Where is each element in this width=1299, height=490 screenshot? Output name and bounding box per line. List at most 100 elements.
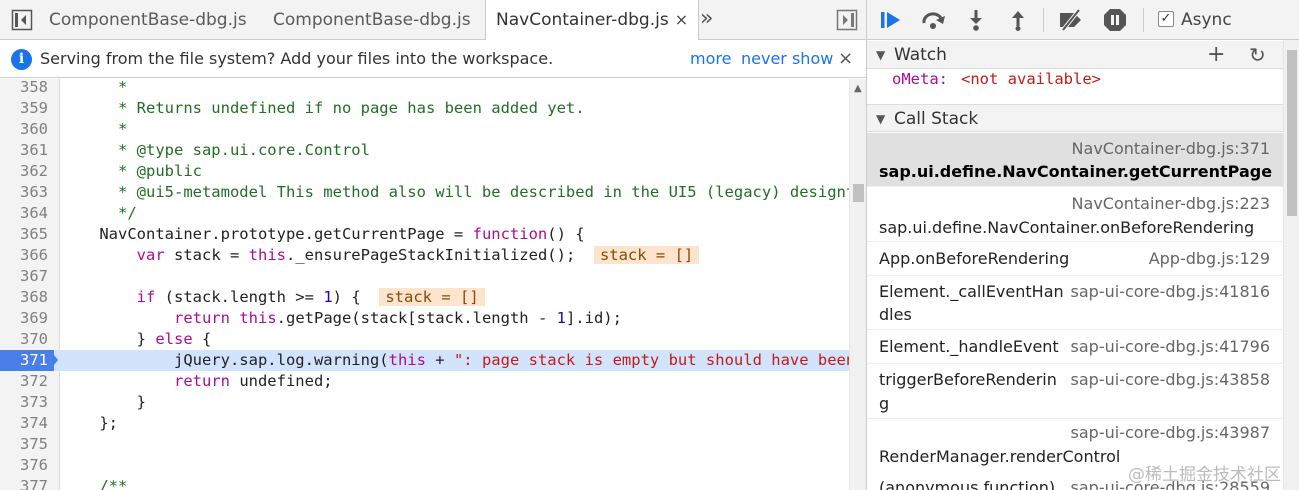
line-text: if (stack.length >= 1) { stack = [] <box>62 287 485 308</box>
line-number[interactable]: 361 <box>0 140 54 161</box>
close-infobar-icon[interactable]: × <box>838 40 853 78</box>
watch-section-header[interactable]: ▼ Watch + ↻ <box>867 41 1283 69</box>
code-line[interactable]: 377 /** <box>0 476 866 490</box>
expand-triangle-icon: ▼ <box>876 112 886 126</box>
more-tabs-icon[interactable]: » <box>700 0 713 40</box>
code-line[interactable]: 363 * @ui5-metamodel This method also wi… <box>0 182 866 203</box>
toggle-debugger-icon[interactable] <box>836 9 858 31</box>
line-number[interactable]: 369 <box>0 308 54 329</box>
tab-navcontainer[interactable]: NavContainer-dbg.js × <box>485 0 700 41</box>
async-checkbox[interactable]: ✓ <box>1158 11 1174 27</box>
line-number[interactable]: 359 <box>0 98 54 119</box>
step-into-icon[interactable] <box>964 8 988 32</box>
call-stack-title: Call Stack <box>894 109 979 129</box>
code-line[interactable]: 361 * @type sap.ui.core.Control <box>0 140 866 161</box>
scrollbar-thumb[interactable] <box>853 184 864 202</box>
call-frame[interactable]: App.onBeforeRendering App-dbg.js:129 <box>867 242 1283 276</box>
code-line[interactable]: 366 var stack = this._ensurePageStackIni… <box>0 245 866 266</box>
code-editor[interactable]: 358 * 359 * Returns undefined if no page … <box>0 79 866 490</box>
call-frame[interactable]: Element._handleEvent sap-ui-core-dbg.js:… <box>867 330 1283 364</box>
scrollbar-thumb[interactable] <box>1287 50 1297 216</box>
more-link[interactable]: more <box>690 40 731 78</box>
code-line[interactable]: 373 } <box>0 392 866 413</box>
watch-expression-name: oMeta: <box>892 70 948 88</box>
sidebar-scrollbar[interactable] <box>1283 40 1299 490</box>
line-number[interactable]: 358 <box>0 79 54 98</box>
add-watch-icon[interactable]: + <box>1207 41 1225 69</box>
editor-scrollbar[interactable]: ▲ <box>849 79 866 490</box>
workspace-infobar: i Serving from the file system? Add your… <box>0 40 866 78</box>
step-out-icon[interactable] <box>1006 8 1030 32</box>
deactivate-breakpoints-icon[interactable] <box>1057 8 1081 32</box>
line-number[interactable]: 375 <box>0 434 54 455</box>
code-line[interactable]: 358 * <box>0 79 866 98</box>
line-number[interactable]: 374 <box>0 413 54 434</box>
line-number[interactable]: 372 <box>0 371 54 392</box>
frame-function-line-1: triggerBeforeRenderin <box>879 370 1057 389</box>
code-text: + <box>425 351 454 369</box>
frame-function-line-2: dles <box>879 305 912 324</box>
refresh-watch-icon[interactable]: ↻ <box>1249 41 1266 69</box>
code-line[interactable]: 372 return undefined; <box>0 371 866 392</box>
code-line[interactable]: 365 NavContainer.prototype.getCurrentPag… <box>0 224 866 245</box>
code-line-current[interactable]: 371 jQuery.sap.log.warning(this + ": pag… <box>0 350 866 371</box>
scroll-up-icon[interactable]: ▲ <box>854 83 862 94</box>
editor-tab-bar: ComponentBase-dbg.js ComponentBase-dbg.j… <box>0 0 866 41</box>
call-frame[interactable]: NavContainer-dbg.js:223 sap.ui.define.Na… <box>867 187 1283 242</box>
line-number[interactable]: 368 <box>0 287 54 308</box>
code-line[interactable]: 369 return this.getPage(stack[stack.leng… <box>0 308 866 329</box>
code-line[interactable]: 359 * Returns undefined if no page has b… <box>0 98 866 119</box>
line-number[interactable]: 371 <box>0 350 54 371</box>
step-over-icon[interactable] <box>921 8 945 32</box>
line-number[interactable]: 365 <box>0 224 54 245</box>
code-line[interactable]: 375 <box>0 434 866 455</box>
close-tab-icon[interactable]: × <box>675 0 688 40</box>
code-line[interactable]: 376 <box>0 455 866 476</box>
resume-icon[interactable] <box>879 8 903 32</box>
frame-function-line-1: Element._callEventHan <box>879 282 1064 301</box>
line-number[interactable]: 363 <box>0 182 54 203</box>
frame-function: sap.ui.define.NavContainer.getCurrentPag… <box>879 162 1273 181</box>
toggle-navigator-icon[interactable] <box>11 9 33 31</box>
line-number[interactable]: 373 <box>0 392 54 413</box>
frame-function-line-2: g <box>879 394 890 413</box>
watch-expression[interactable]: oMeta: <not available> <box>867 70 1283 102</box>
code-line[interactable]: 374 }; <box>0 413 866 434</box>
call-frame[interactable]: Element._callEventHan dles sap-ui-core-d… <box>867 276 1283 330</box>
line-number[interactable]: 370 <box>0 329 54 350</box>
tab-componentbase-2[interactable]: ComponentBase-dbg.js <box>261 0 483 40</box>
line-number[interactable]: 367 <box>0 266 54 287</box>
line-number[interactable]: 364 <box>0 203 54 224</box>
code-line[interactable]: 360 * <box>0 119 866 140</box>
line-number[interactable]: 360 <box>0 119 54 140</box>
code-text: { <box>192 330 212 348</box>
code-line[interactable]: 364 */ <box>0 203 866 224</box>
pause-on-exceptions-icon[interactable] <box>1103 8 1127 32</box>
code-keyword: if <box>136 288 156 306</box>
code-line[interactable]: 362 * @public <box>0 161 866 182</box>
line-text: return this.getPage(stack[stack.length -… <box>62 308 622 329</box>
code-line[interactable]: 367 <box>0 266 866 287</box>
call-frame[interactable]: NavContainer-dbg.js:371 sap.ui.define.Na… <box>867 133 1283 187</box>
code-text: ) { <box>332 288 380 306</box>
code-comment: * @public <box>62 162 202 180</box>
line-number[interactable]: 376 <box>0 455 54 476</box>
frame-location: NavContainer-dbg.js:223 <box>1071 194 1270 213</box>
tab-componentbase-1[interactable]: ComponentBase-dbg.js <box>37 0 259 40</box>
line-text: jQuery.sap.log.warning(this + ": page st… <box>62 350 866 371</box>
never-show-link[interactable]: never show <box>741 40 833 78</box>
line-number[interactable]: 377 <box>0 476 54 490</box>
line-text: var stack = this._ensurePageStackInitial… <box>62 245 700 266</box>
code-text: (stack.length >= <box>155 288 324 306</box>
call-frame[interactable]: triggerBeforeRenderin g sap-ui-core-dbg.… <box>867 364 1283 419</box>
frame-function: sap.ui.define.NavContainer.onBeforeRende… <box>879 218 1255 237</box>
code-line[interactable]: 368 if (stack.length >= 1) { stack = [] <box>0 287 866 308</box>
line-number[interactable]: 366 <box>0 245 54 266</box>
line-text: }; <box>62 413 118 434</box>
line-number[interactable]: 362 <box>0 161 54 182</box>
line-text: * @type sap.ui.core.Control <box>62 140 370 161</box>
code-line[interactable]: 370 } else { <box>0 329 866 350</box>
call-stack-section-header[interactable]: ▼ Call Stack <box>867 104 1283 132</box>
watch-expression-value: <not available> <box>961 70 1101 88</box>
